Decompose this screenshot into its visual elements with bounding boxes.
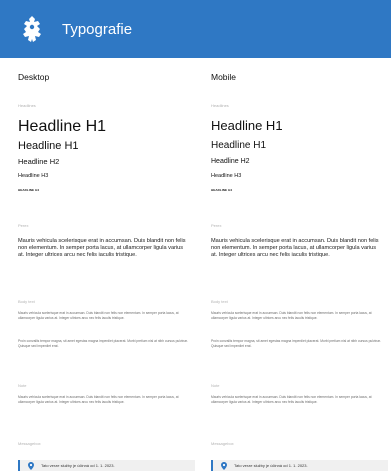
headline-h1: Headline H1 (18, 140, 79, 152)
app-header: Typografie (0, 0, 391, 58)
czech-lion-emblem-icon (23, 16, 41, 42)
typography-showcase: Desktop Headlines Headline H1 Headline H… (0, 58, 391, 473)
perex-label: Perex (211, 223, 222, 228)
perex-text: Mauris vehicula scelerisque erat in accu… (211, 238, 379, 259)
body-paragraph-2: Proin convallis tempor magna, sit amet e… (211, 339, 381, 348)
body-paragraph-2: Proin convallis tempor magna, sit amet e… (18, 339, 188, 348)
note-text: Mauris vehicula scelerisque erat in accu… (18, 395, 179, 404)
body-paragraph-1: Mauris vehicula scelerisque erat in accu… (211, 311, 372, 320)
perex-label: Perex (18, 223, 29, 228)
messagebox-label: Messagebox (211, 441, 234, 446)
headline-h3: Headline H3 (211, 173, 242, 179)
page-title: Typografie (62, 20, 133, 38)
messagebox: Tato verze služby je účinná od 1. 1. 202… (211, 460, 388, 471)
headline-h4: HEADLINE H4 (18, 188, 40, 192)
headline-h2: Headline H2 (18, 157, 60, 166)
headlines-label: Headlines (211, 103, 229, 108)
messagebox-text: Tato verze služby je účinná od 1. 1. 202… (234, 463, 308, 468)
perex-text: Mauris vehicula scelerisque erat in accu… (18, 238, 186, 259)
headline-h1-large: Headline H1 (18, 118, 107, 135)
body-text-label: Body text (211, 299, 228, 304)
messagebox-label: Messagebox (18, 441, 41, 446)
messagebox: Tato verze služby je účinná od 1. 1. 202… (18, 460, 195, 471)
note-text: Mauris vehicula scelerisque erat in accu… (211, 395, 372, 404)
column-title-desktop: Desktop (18, 72, 50, 82)
headline-h1-large: Headline H1 (211, 118, 283, 133)
info-pin-icon (221, 461, 229, 470)
info-pin-icon (28, 461, 36, 470)
body-paragraph-1: Mauris vehicula scelerisque erat in accu… (18, 311, 179, 320)
note-label: Note (211, 383, 220, 388)
note-label: Note (18, 383, 27, 388)
headlines-label: Headlines (18, 103, 36, 108)
headline-h2: Headline H2 (211, 158, 250, 165)
headline-h1: Headline H1 (211, 140, 267, 151)
column-title-mobile: Mobile (211, 72, 237, 82)
headline-h4: HEADLINE H4 (211, 188, 233, 192)
headline-h3: Headline H3 (18, 173, 49, 179)
body-text-label: Body text (18, 299, 35, 304)
messagebox-text: Tato verze služby je účinná od 1. 1. 202… (41, 463, 115, 468)
